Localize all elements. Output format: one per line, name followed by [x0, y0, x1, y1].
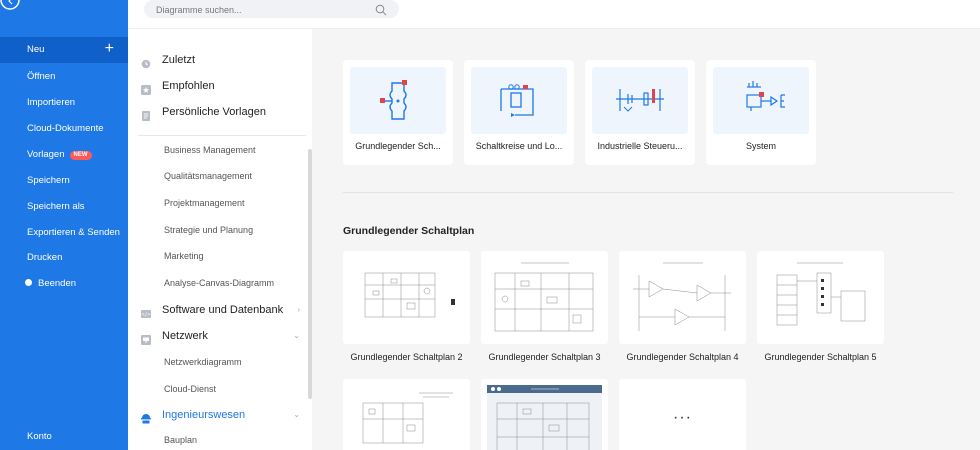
search-icon[interactable] — [375, 3, 387, 21]
category-personal-templates[interactable]: Persönliche Vorlagen — [128, 101, 312, 123]
template-gallery: Grundlegender Sch... Schaltkreise und Lo… — [312, 29, 980, 450]
template-label: Grundlegender Schaltplan 4 — [626, 352, 739, 362]
category-divider — [138, 135, 306, 136]
left-nav: Neu + Öffnen Importieren Cloud-Dokumente… — [0, 0, 128, 450]
card-label: Schaltkreise und Lo... — [475, 141, 563, 151]
new-badge: NEW — [69, 151, 92, 160]
chevron-down-icon: ⌄ — [293, 331, 300, 340]
svg-text:</>: </> — [141, 312, 150, 318]
category-label: Zuletzt — [162, 54, 196, 66]
top-bar — [128, 0, 980, 29]
template-card-6[interactable] — [343, 379, 470, 450]
subcategory-project-management[interactable]: Projektmanagement — [164, 193, 245, 213]
search-input[interactable] — [156, 1, 366, 19]
nav-label: Konto — [27, 431, 52, 442]
card-label: Industrielle Steueru... — [597, 141, 683, 151]
template-card-4[interactable]: Grundlegender Schaltplan 4 — [619, 251, 746, 362]
nav-label: Speichern als — [27, 201, 85, 212]
subcategory-quality-management[interactable]: Qualitätsmanagement — [164, 166, 252, 186]
nav-item-exit[interactable]: Beenden — [0, 271, 128, 297]
category-label: Empfohlen — [162, 80, 215, 92]
back-icon[interactable] — [0, 0, 20, 12]
category-software-database[interactable]: </> Software und Datenbank › — [128, 299, 312, 321]
nav-item-save[interactable]: Speichern — [0, 168, 128, 194]
subcategory-analysis-canvas[interactable]: Analyse-Canvas-Diagramm — [164, 273, 274, 293]
category-recent[interactable]: Zuletzt — [128, 49, 312, 71]
nav-label: Drucken — [27, 252, 63, 263]
template-thumbnail — [619, 251, 746, 344]
nav-label: Öffnen — [27, 71, 56, 82]
category-card-industrial-control[interactable]: Industrielle Steueru... — [585, 60, 695, 165]
card-thumbnail — [471, 67, 567, 134]
template-card-3[interactable]: Grundlegender Schaltplan 3 — [481, 251, 608, 362]
template-card-5[interactable]: Grundlegender Schaltplan 5 — [757, 251, 884, 362]
exit-icon — [25, 279, 32, 286]
nav-label: Cloud-Dokumente — [27, 123, 104, 134]
category-card-circuits-logic[interactable]: Schaltkreise und Lo... — [464, 60, 574, 165]
search-box — [144, 0, 399, 21]
subcategory-floor-plan[interactable]: Bauplan — [164, 430, 197, 450]
nav-item-cloud-documents[interactable]: Cloud-Dokumente — [0, 116, 128, 142]
template-label: Grundlegender Schaltplan 2 — [350, 352, 463, 362]
subcategory-business-management[interactable]: Business Management — [164, 140, 256, 160]
network-icon — [141, 331, 151, 345]
card-thumbnail — [592, 67, 688, 134]
nav-item-templates[interactable]: Vorlagen NEW — [0, 142, 128, 168]
subcategory-cloud-service[interactable]: Cloud-Dienst — [164, 379, 216, 399]
star-icon — [141, 81, 151, 95]
engineer-icon — [141, 410, 151, 424]
more-templates-card[interactable]: ··· — [619, 379, 746, 450]
template-thumbnail — [343, 251, 470, 344]
category-label: Netzwerk — [162, 330, 208, 342]
section-divider — [343, 192, 953, 193]
subcategory-marketing[interactable]: Marketing — [164, 246, 204, 266]
nav-item-account[interactable]: Konto — [0, 424, 128, 450]
card-thumbnail — [350, 67, 446, 134]
section-title: Grundlegender Schaltplan — [343, 225, 475, 237]
database-icon: </> — [141, 305, 151, 318]
nav-label: Beenden — [38, 278, 77, 289]
nav-item-new[interactable]: Neu + — [0, 37, 128, 63]
category-panel: Zuletzt Empfohlen Persönliche Vorlagen B… — [128, 29, 312, 450]
more-icon: ··· — [673, 409, 692, 426]
nav-item-import[interactable]: Importieren — [0, 90, 128, 116]
template-label: Grundlegender Schaltplan 3 — [488, 352, 601, 362]
nav-item-save-as[interactable]: Speichern als — [0, 194, 128, 220]
nav-item-export-send[interactable]: Exportieren & Senden — [0, 220, 128, 246]
category-network[interactable]: Netzwerk ⌄ — [128, 325, 312, 347]
template-thumbnail — [343, 379, 470, 450]
nav-label: Neu — [27, 44, 45, 55]
category-engineering[interactable]: Ingenieurswesen ⌄ — [128, 404, 312, 426]
subcategory-network-diagram[interactable]: Netzwerkdiagramm — [164, 352, 242, 372]
category-label: Ingenieurswesen — [162, 409, 246, 421]
nav-label: Speichern — [27, 175, 70, 186]
template-label: Grundlegender Schaltplan 5 — [764, 352, 877, 362]
template-card-7[interactable] — [481, 379, 608, 450]
category-card-basic-circuit[interactable]: Grundlegender Sch... — [343, 60, 453, 165]
nav-item-open[interactable]: Öffnen — [0, 64, 128, 90]
clock-icon — [141, 55, 151, 69]
nav-label: Exportieren & Senden — [27, 227, 120, 238]
chevron-right-icon: › — [297, 305, 300, 314]
template-thumbnail — [757, 251, 884, 344]
nav-label: Importieren — [27, 97, 76, 108]
template-thumbnail — [481, 379, 608, 450]
category-card-system[interactable]: System — [706, 60, 816, 165]
document-icon — [141, 107, 151, 121]
nav-label: Vorlagen — [27, 149, 65, 160]
more-templates-box: ··· — [619, 379, 746, 450]
plus-icon: + — [104, 40, 114, 57]
subcategory-strategy-planning[interactable]: Strategie und Planung — [164, 220, 253, 240]
nav-item-print[interactable]: Drucken — [0, 245, 128, 271]
card-label: Grundlegender Sch... — [355, 141, 441, 151]
chevron-down-icon: ⌄ — [293, 410, 300, 419]
card-label: System — [745, 141, 776, 151]
template-card-2[interactable]: Grundlegender Schaltplan 2 — [343, 251, 470, 362]
template-thumbnail — [481, 251, 608, 344]
category-recommended[interactable]: Empfohlen — [128, 75, 312, 97]
category-label: Software und Datenbank — [162, 304, 284, 316]
card-thumbnail — [713, 67, 809, 134]
category-label: Persönliche Vorlagen — [162, 106, 266, 118]
